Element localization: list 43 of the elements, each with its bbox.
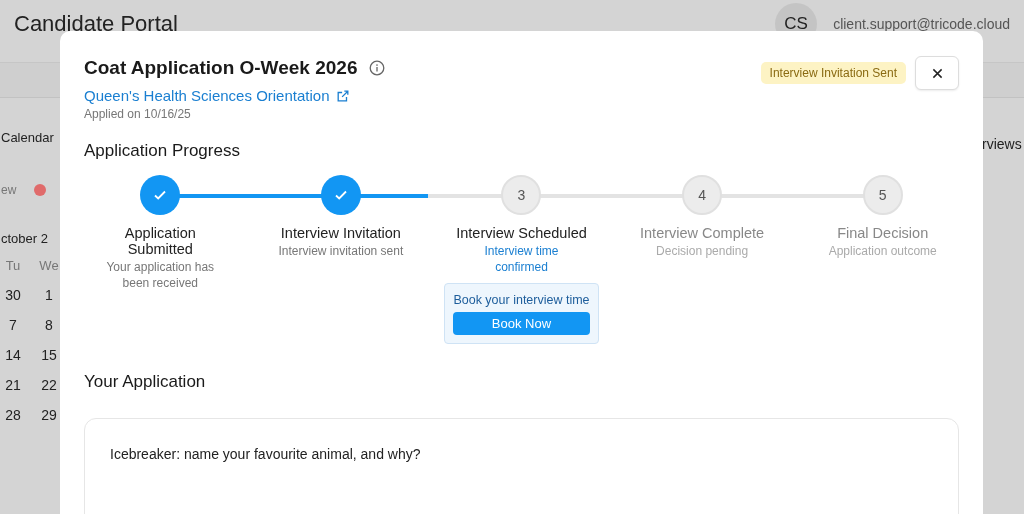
calendar-day[interactable]: 22 [37, 377, 61, 393]
calendar-day[interactable]: 1 [37, 287, 61, 303]
section-heading: Your Application [84, 372, 207, 393]
step-subtitle: Decision pending [656, 244, 749, 260]
applied-date: Applied on 10/16/25 [84, 107, 192, 121]
legend-label: ew [1, 183, 17, 197]
info-icon[interactable] [369, 60, 386, 76]
step-title: Application Submitted [123, 225, 197, 257]
section-heading: rviews [982, 136, 1023, 152]
weekday-label: We [38, 258, 60, 273]
step-subtitle: Interview invitation sent [278, 244, 404, 260]
close-icon [931, 67, 943, 79]
external-link-icon[interactable] [335, 88, 350, 103]
calendar-day[interactable]: 15 [37, 347, 61, 363]
step-title: Final Decision [837, 225, 929, 241]
calendar-day[interactable]: 29 [37, 407, 61, 423]
user-email: client.support@tricode.cloud [833, 16, 1010, 32]
weekday-label: Tu [4, 258, 22, 273]
calendar-day[interactable]: 8 [37, 317, 61, 333]
portal-title: Candidate Portal [14, 11, 178, 37]
step-subtitle: Your application has been received [105, 260, 216, 292]
step-title: Interview Complete [640, 225, 765, 241]
section-heading: Application Progress [84, 141, 241, 161]
calendar-day[interactable]: 28 [1, 407, 25, 423]
booking-prompt: Book your interview time [453, 293, 590, 308]
dialog-title: Coat Application O-Week 2026 [84, 57, 358, 79]
calendar-day[interactable]: 30 [1, 287, 25, 303]
status-badge: Interview Invitation Sent [760, 62, 906, 84]
calendar-month: ctober 2 [1, 231, 49, 246]
step-number: 3 [501, 175, 542, 215]
step-number: 5 [862, 175, 903, 215]
step-title: Interview Invitation [280, 225, 401, 241]
calendar-day[interactable]: 7 [1, 317, 25, 333]
close-button[interactable] [915, 56, 959, 90]
step-title: Interview Scheduled [456, 225, 587, 241]
question-text: Icebreaker: name your favourite animal, and why? [110, 446, 421, 463]
step-number: 4 [682, 175, 723, 215]
calendar-heading: Calendar [1, 130, 55, 145]
calendar-day[interactable]: 21 [1, 377, 25, 393]
orientation-link[interactable]: Queen's Health Sciences Orientation [84, 87, 386, 104]
step-subtitle: Interview time confirmed [483, 244, 560, 276]
step-subtitle: Application outcome [828, 244, 937, 260]
calendar-day[interactable]: 14 [1, 347, 25, 363]
